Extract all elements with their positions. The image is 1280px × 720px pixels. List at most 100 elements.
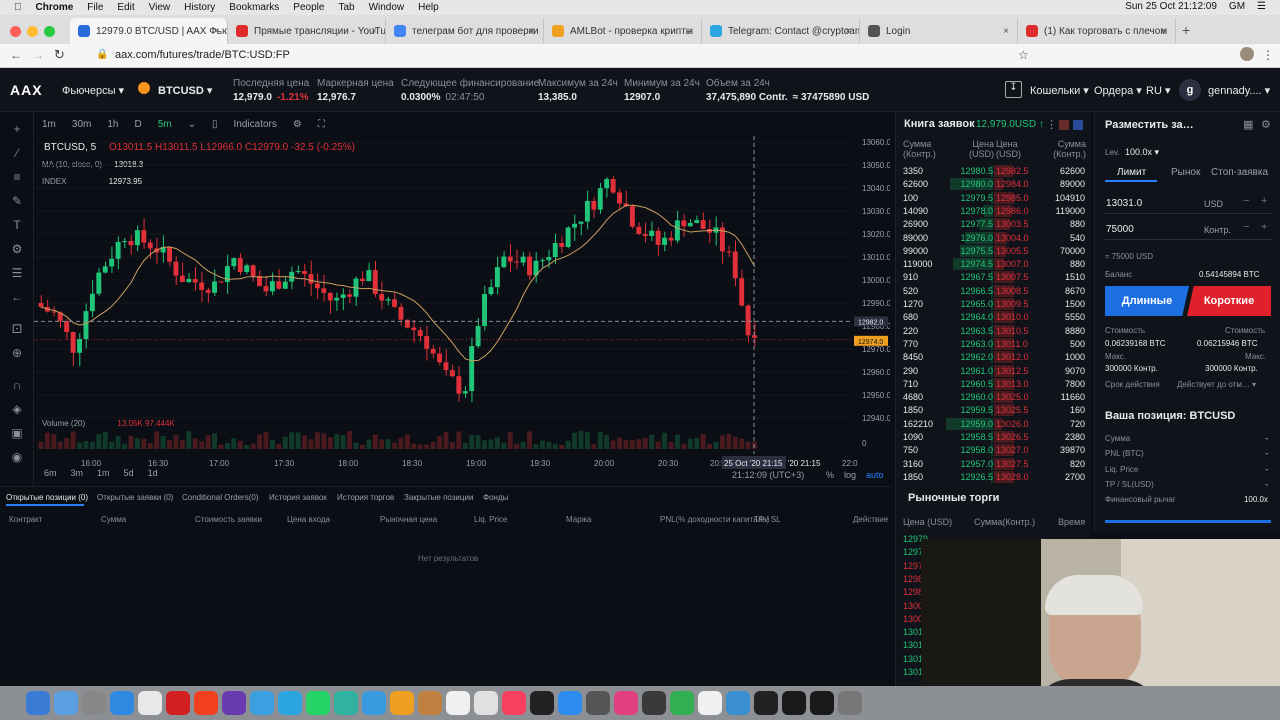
log-toggle[interactable]: log [844,470,856,480]
close-tab-icon[interactable]: × [371,26,377,37]
browser-tab[interactable]: телеграм бот для проверки × [386,18,544,44]
dock-app-icon[interactable] [782,691,806,715]
aax-logo[interactable]: AAX [10,82,43,98]
minus-icon[interactable]: − [1243,195,1249,207]
leverage-slider[interactable] [1105,520,1271,523]
plus-icon[interactable]: + [1261,195,1267,207]
orderbook-row[interactable]: 770 12963.0 13011.0 500 [896,337,1091,351]
dock-app-icon[interactable] [726,691,750,715]
dock-app-icon[interactable] [362,691,386,715]
range-6m[interactable]: 6m [44,468,57,478]
orderbook-row[interactable]: 680 12964.0 13010.0 5550 [896,311,1091,324]
back-icon[interactable]: ← [10,48,22,62]
menu-edit[interactable]: Edit [117,2,134,13]
menu-chrome[interactable]: Chrome [36,2,74,13]
settings-icon[interactable]: ⚙ [293,119,302,130]
price-value[interactable]: 13031.0 [1106,198,1142,209]
dock-app-icon[interactable] [418,691,442,715]
orderbook-row[interactable]: 910 12967.5 13007.5 1510 [896,271,1091,284]
eye-icon[interactable]: ◉ [9,450,25,464]
zoom-icon[interactable]: ⊕ [9,346,25,360]
tab-stop-order[interactable]: Стоп-заявка [1211,167,1268,178]
menubar-clock[interactable]: Sun 25 Oct 21:12:09 [1125,1,1217,12]
wallets-menu[interactable]: Кошельки ▾ [1030,84,1089,97]
orderbook-row[interactable]: 1850 12959.5 13025.5 160 [896,404,1091,417]
dock-app-icon[interactable] [530,691,554,715]
dock-app-icon[interactable] [278,691,302,715]
dock-app-icon[interactable] [82,691,106,715]
close-tab-icon[interactable]: × [529,26,535,37]
fullscreen-icon[interactable]: ⛶ [318,119,325,130]
orderbook-row[interactable]: 8450 12962.0 13012.0 1000 [896,351,1091,364]
interval-1m[interactable]: 1m [42,119,56,130]
close-tab-icon[interactable]: × [687,26,693,37]
dock-app-icon[interactable] [26,691,50,715]
dock-app-icon[interactable] [838,691,862,715]
positions-tab[interactable]: Фонды [483,493,508,502]
range-3m[interactable]: 3m [71,468,84,478]
forward-icon[interactable]: → [32,48,44,62]
menu-people[interactable]: People [293,2,324,13]
maximize-window-icon[interactable] [44,25,55,37]
dock-app-icon[interactable] [670,691,694,715]
chevron-down-icon[interactable]: ⌄ [188,119,196,130]
prediction-icon[interactable]: ☰ [9,266,25,280]
browser-tab[interactable]: 12979.0 BTC/USD | AAX Фьючерсы× [70,18,228,44]
positions-tab[interactable]: Закрытые позиции [404,493,473,502]
more-vert-icon[interactable]: ⋮ [1046,118,1057,131]
text-icon[interactable]: T [9,218,25,232]
orderbook-row[interactable]: 100 12979.5 12985.0 104910 [896,191,1091,205]
back-arrow-icon[interactable]: ← [9,290,25,304]
new-tab-icon[interactable]: + [1182,22,1190,38]
orderbook-row[interactable]: 26900 12977.5 13003.5 880 [896,218,1091,231]
book-view-sell-icon[interactable] [1059,120,1069,130]
minimize-window-icon[interactable] [27,25,38,37]
dock-app-icon[interactable] [810,691,834,715]
dock-app-icon[interactable] [642,691,666,715]
menu-window[interactable]: Window [369,2,405,13]
browser-tab[interactable]: AMLBot - проверка крипты × [544,18,702,44]
positions-tab[interactable]: История торгов [337,493,394,502]
dock-app-icon[interactable] [390,691,414,715]
interval-30m[interactable]: 30m [72,119,91,130]
dock-app-icon[interactable] [306,691,330,715]
trendline-icon[interactable]: ∕ [9,146,25,160]
url-field[interactable]: aax.com/futures/trade/BTC:USD:FP [115,49,290,61]
long-button[interactable]: Длинные [1105,286,1189,316]
deposit-icon[interactable]: ↧ [1005,81,1022,98]
dock-app-icon[interactable] [166,691,190,715]
interval-d[interactable]: D [134,119,141,130]
lock-drawings-icon[interactable]: ◈ [9,402,25,416]
crosshair-icon[interactable]: + [9,122,25,136]
magnet-icon[interactable]: ∩ [9,378,25,392]
orderbook-row[interactable]: 750 12958.0 13027.0 39870 [896,444,1091,457]
profile-avatar-icon[interactable] [1240,47,1254,61]
quantity-input[interactable]: 75000 Контр. − + [1105,218,1273,240]
book-view-both-icon[interactable] [1073,120,1083,130]
close-tab-icon[interactable]: × [1003,26,1009,37]
orderbook-row[interactable]: 4680 12960.0 13025.0 11660 [896,391,1091,404]
orderbook-row[interactable]: 1090 12958.5 13026.5 2380 [896,431,1091,444]
minus-icon[interactable]: − [1243,221,1249,233]
short-button[interactable]: Короткие [1187,286,1271,316]
ruler-icon[interactable]: ⚀ [9,322,25,336]
close-tab-icon[interactable]: × [213,26,219,37]
orderbook-row[interactable]: 290 12961.0 13012.5 9070 [896,364,1091,378]
orders-menu[interactable]: Ордера ▾ [1094,84,1142,97]
interval-5m[interactable]: 5m [158,119,172,130]
dock-app-icon[interactable] [194,691,218,715]
dock-app-icon[interactable] [586,691,610,715]
plus-icon[interactable]: + [1261,221,1267,233]
menu-help[interactable]: Help [418,2,439,13]
lock-icon[interactable]: ▣ [9,426,25,440]
orderbook-row[interactable]: 1270 12965.0 13009.5 1500 [896,298,1091,311]
candle-type-icon[interactable]: ▯ [212,119,218,130]
dock-app-icon[interactable] [222,691,246,715]
orderbook-row[interactable]: 89000 12976.0 13004.0 540 [896,231,1091,245]
hamburger-icon[interactable]: ☰ [1257,1,1266,12]
orderbook-row[interactable]: 710 12960.5 13013.0 7800 [896,377,1091,391]
language-menu[interactable]: RU ▾ [1146,84,1170,97]
interval-1h[interactable]: 1h [107,119,118,130]
dock-app-icon[interactable] [474,691,498,715]
range-5d[interactable]: 5d [124,468,134,478]
